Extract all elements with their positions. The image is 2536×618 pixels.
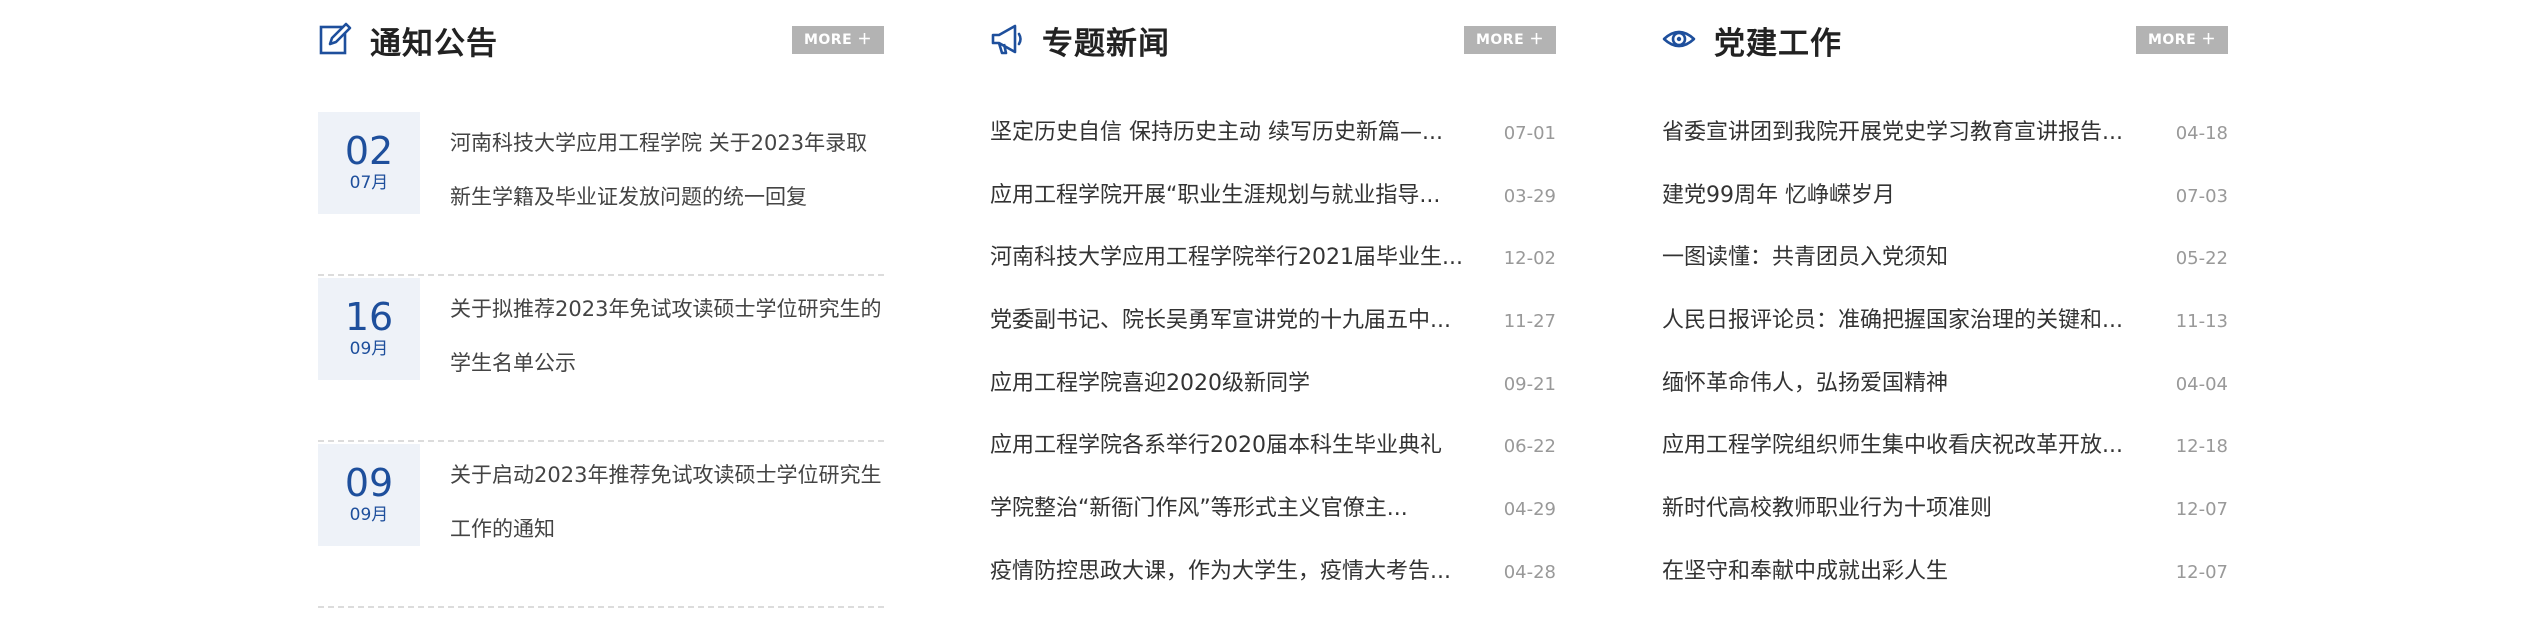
notice-date-badge: 16 09月	[318, 278, 420, 380]
notice-month: 07月	[349, 173, 389, 193]
notice-item[interactable]: 02 07月 河南科技大学应用工程学院 关于2023年录取新生学籍及毕业证发放问…	[318, 110, 884, 276]
party-section: 党建工作 MORE ＋ 省委宣讲团到我院开展党史学习教育宣讲报告... 04-1…	[1662, 0, 2228, 584]
party-list: 省委宣讲团到我院开展党史学习教育宣讲报告... 04-18 建党99周年 忆峥嵘…	[1662, 108, 2228, 610]
party-item-date: 07-03	[2175, 185, 2228, 207]
news-more-button[interactable]: MORE ＋	[1464, 26, 1556, 54]
party-item[interactable]: 在坚守和奉献中成就出彩人生 12-07	[1662, 547, 2228, 610]
news-item-date: 07-01	[1503, 123, 1556, 144]
news-item-date: 12-02	[1503, 248, 1556, 270]
party-item[interactable]: 缅怀革命伟人，弘扬爱国精神 04-04	[1662, 359, 2228, 422]
news-list: 坚定历史自信 保持历史主动 续写历史新篇—... 07-01 应用工程学院开展“…	[990, 108, 1556, 610]
news-item-date: 03-29	[1503, 185, 1556, 207]
party-item-title[interactable]: 建党99周年 忆峥嵘岁月	[1662, 181, 2140, 211]
news-section: 专题新闻 MORE ＋ 坚定历史自信 保持历史主动 续写历史新篇—... 07-…	[990, 0, 1556, 584]
party-title: 党建工作	[1714, 26, 1842, 62]
party-item-title[interactable]: 省委宣讲团到我院开展党史学习教育宣讲报告...	[1662, 118, 2140, 148]
news-item-date: 06-22	[1503, 436, 1556, 458]
news-item-title[interactable]: 学院整治“新衙门作风”等形式主义官僚主...	[990, 494, 1468, 524]
party-item-title[interactable]: 人民日报评论员：准确把握国家治理的关键和...	[1662, 306, 2140, 336]
news-item-title[interactable]: 河南科技大学应用工程学院举行2021届毕业生...	[990, 243, 1468, 273]
party-item[interactable]: 人民日报评论员：准确把握国家治理的关键和... 11-13	[1662, 296, 2228, 359]
party-item[interactable]: 省委宣讲团到我院开展党史学习教育宣讲报告... 04-18	[1662, 108, 2228, 171]
news-item-date: 04-28	[1503, 561, 1556, 583]
notice-month: 09月	[349, 339, 389, 359]
party-item-date: 05-22	[2175, 248, 2228, 270]
notice-item[interactable]: 16 09月 关于拟推荐2023年免试攻读硕士学位研究生的学生名单公示	[318, 276, 884, 442]
party-item[interactable]: 建党99周年 忆峥嵘岁月 07-03	[1662, 171, 2228, 234]
edit-icon	[318, 22, 352, 56]
party-item-date: 04-18	[2175, 123, 2228, 144]
party-item-title[interactable]: 新时代高校教师职业行为十项准则	[1662, 494, 2140, 524]
notice-date-badge: 09 09月	[318, 444, 420, 546]
party-header: 党建工作 MORE ＋	[1662, 0, 2228, 80]
news-item[interactable]: 河南科技大学应用工程学院举行2021届毕业生... 12-02	[990, 233, 1556, 296]
notice-title-link[interactable]: 河南科技大学应用工程学院 关于2023年录取新生学籍及毕业证发放问题的统一回复	[450, 116, 884, 224]
party-item-date: 11-13	[2175, 311, 2228, 333]
notice-title-link[interactable]: 关于启动2023年推荐免试攻读硕士学位研究生工作的通知	[450, 448, 884, 556]
party-item-title[interactable]: 一图读懂：共青团员入党须知	[1662, 243, 2140, 273]
news-title: 专题新闻	[1042, 26, 1170, 62]
party-item-date: 12-18	[2175, 436, 2228, 458]
party-item[interactable]: 应用工程学院组织师生集中收看庆祝改革开放... 12-18	[1662, 421, 2228, 484]
notices-title: 通知公告	[370, 26, 498, 62]
news-header: 专题新闻 MORE ＋	[990, 0, 1556, 80]
notice-day: 16	[344, 295, 394, 339]
news-item-date: 04-29	[1503, 499, 1556, 521]
megaphone-icon	[990, 22, 1024, 56]
notice-day: 02	[344, 129, 394, 173]
news-item-title[interactable]: 应用工程学院喜迎2020级新同学	[990, 369, 1468, 399]
party-more-button[interactable]: MORE ＋	[2136, 26, 2228, 54]
party-item-title[interactable]: 在坚守和奉献中成就出彩人生	[1662, 557, 2140, 587]
party-item[interactable]: 一图读懂：共青团员入党须知 05-22	[1662, 233, 2228, 296]
news-item[interactable]: 应用工程学院各系举行2020届本科生毕业典礼 06-22	[990, 421, 1556, 484]
party-item-date: 12-07	[2175, 561, 2228, 583]
news-item-title[interactable]: 应用工程学院各系举行2020届本科生毕业典礼	[990, 431, 1468, 461]
notice-day: 09	[344, 461, 394, 505]
news-item[interactable]: 应用工程学院喜迎2020级新同学 09-21	[990, 359, 1556, 422]
party-item-date: 12-07	[2175, 499, 2228, 521]
notice-month: 09月	[349, 505, 389, 525]
news-item-title[interactable]: 坚定历史自信 保持历史主动 续写历史新篇—...	[990, 118, 1468, 148]
news-item[interactable]: 坚定历史自信 保持历史主动 续写历史新篇—... 07-01	[990, 108, 1556, 171]
notices-section: 通知公告 MORE ＋ 02 07月 河南科技大学应用工程学院 关于2023年录…	[318, 0, 884, 608]
notice-date-badge: 02 07月	[318, 112, 420, 214]
party-item-date: 04-04	[2175, 373, 2228, 395]
party-item[interactable]: 新时代高校教师职业行为十项准则 12-07	[1662, 484, 2228, 547]
news-item-title[interactable]: 疫情防控思政大课，作为大学生，疫情大考告...	[990, 557, 1468, 587]
news-item[interactable]: 党委副书记、院长吴勇军宣讲党的十九届五中... 11-27	[990, 296, 1556, 359]
news-item[interactable]: 学院整治“新衙门作风”等形式主义官僚主... 04-29	[990, 484, 1556, 547]
notices-more-button[interactable]: MORE ＋	[792, 26, 884, 54]
news-item[interactable]: 应用工程学院开展“职业生涯规划与就业指导... 03-29	[990, 171, 1556, 234]
news-item-date: 11-27	[1503, 311, 1556, 333]
notice-item[interactable]: 09 09月 关于启动2023年推荐免试攻读硕士学位研究生工作的通知	[318, 442, 884, 608]
notices-header: 通知公告 MORE ＋	[318, 0, 884, 80]
notice-list: 02 07月 河南科技大学应用工程学院 关于2023年录取新生学籍及毕业证发放问…	[318, 110, 884, 608]
eye-icon	[1662, 22, 1696, 56]
party-item-title[interactable]: 缅怀革命伟人，弘扬爱国精神	[1662, 369, 2140, 399]
news-item-title[interactable]: 应用工程学院开展“职业生涯规划与就业指导...	[990, 181, 1468, 211]
party-item-title[interactable]: 应用工程学院组织师生集中收看庆祝改革开放...	[1662, 431, 2140, 461]
notice-title-link[interactable]: 关于拟推荐2023年免试攻读硕士学位研究生的学生名单公示	[450, 282, 884, 390]
news-item-title[interactable]: 党委副书记、院长吴勇军宣讲党的十九届五中...	[990, 306, 1468, 336]
news-item-date: 09-21	[1503, 373, 1556, 395]
news-item[interactable]: 疫情防控思政大课，作为大学生，疫情大考告... 04-28	[990, 547, 1556, 610]
